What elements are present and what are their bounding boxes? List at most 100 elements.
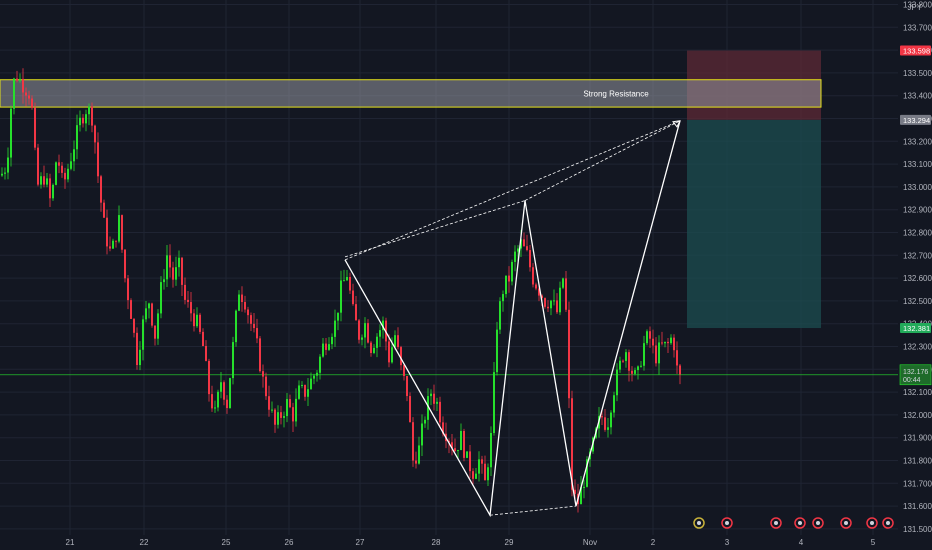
candle-body — [466, 451, 468, 458]
candle-body — [61, 165, 63, 173]
candle-body — [244, 301, 246, 310]
date-tick: Nov — [583, 538, 597, 547]
candle-body — [82, 117, 84, 124]
price-axis[interactable]: JPY 133.800133.700133.600133.500133.4001… — [898, 0, 932, 550]
price-tick: 132.900 — [903, 206, 932, 215]
stop-tag: 133.598 — [900, 45, 931, 56]
price-tick: 131.800 — [903, 457, 932, 466]
candle-body — [73, 149, 75, 162]
candle-body — [241, 294, 243, 302]
date-tick: 21 — [66, 538, 75, 547]
candle-body — [106, 217, 108, 247]
candle-body — [223, 382, 225, 400]
candle-body — [670, 337, 672, 344]
candle-body — [166, 255, 168, 280]
candle-body — [91, 106, 93, 126]
candle-body — [190, 302, 192, 314]
candle-body — [628, 352, 630, 371]
candle-body — [274, 409, 276, 425]
candle-body — [55, 162, 57, 185]
candle-body — [511, 261, 513, 282]
date-tick: 4 — [799, 538, 804, 547]
candle-body — [367, 323, 369, 343]
candle-body — [370, 342, 372, 353]
price-chart[interactable]: Strong Resistance JPY 133.800133.700133.… — [0, 0, 932, 550]
pattern-bd-dashed[interactable] — [524, 120, 681, 201]
candle-body — [103, 202, 105, 218]
candle-body — [502, 294, 504, 302]
candle-body — [280, 412, 282, 418]
candle-body — [535, 284, 537, 289]
candle-body — [352, 290, 354, 305]
candle-body — [646, 331, 648, 344]
candle-body — [331, 336, 333, 345]
candle-body — [136, 332, 138, 366]
time-axis[interactable]: 21 22 25 26 27 28 29 Nov 2 3 4 5 — [0, 535, 932, 550]
candle-body — [673, 337, 675, 351]
candle-body — [562, 278, 564, 288]
economic-event-dot — [844, 521, 848, 525]
resistance-zone[interactable]: Strong Resistance — [0, 79, 822, 108]
entry-price: 133.294 — [903, 116, 930, 125]
date-tick: 29 — [505, 538, 514, 547]
harmonic-pattern[interactable] — [344, 120, 681, 518]
pattern-xb-dashed[interactable] — [344, 200, 526, 258]
candle-body — [568, 309, 570, 399]
candle-body — [262, 371, 264, 377]
candle-body — [286, 399, 288, 417]
candle-body — [349, 277, 351, 291]
candle-body — [175, 267, 177, 280]
candle-body — [229, 378, 231, 409]
target-tag: 132.381 — [900, 323, 931, 334]
candle-body — [148, 303, 150, 309]
candle-body — [22, 78, 24, 93]
candle-body — [376, 336, 378, 348]
pattern-legs[interactable] — [344, 120, 681, 518]
candle-body — [625, 352, 627, 361]
price-tick: 131.900 — [903, 434, 932, 443]
event-markers[interactable] — [693, 517, 894, 529]
candle-body — [319, 356, 321, 373]
candle-body — [127, 278, 129, 301]
candle-body — [604, 417, 606, 430]
candle-body — [187, 299, 189, 303]
candle-body — [379, 330, 381, 337]
candle-body — [283, 416, 285, 418]
pattern-lower-dashed[interactable] — [489, 505, 577, 516]
candle-body — [121, 215, 123, 250]
candle-body — [388, 341, 390, 363]
price-tick: 133.700 — [903, 23, 932, 32]
candle-body — [301, 385, 303, 387]
candle-body — [265, 376, 267, 397]
price-tick: 133.500 — [903, 69, 932, 78]
candle-body — [25, 92, 27, 96]
current-tag: 132.176 00:44 — [899, 364, 932, 386]
resistance-rect[interactable] — [0, 79, 822, 108]
date-tick: 27 — [356, 538, 365, 547]
candle-body — [457, 450, 459, 452]
candle-body — [610, 412, 612, 428]
candle-body — [493, 372, 495, 433]
resistance-label: Strong Resistance — [583, 89, 649, 98]
candle-body — [460, 430, 462, 451]
take-profit-zone[interactable] — [687, 119, 821, 329]
candle-body — [664, 341, 666, 344]
stop-price: 133.598 — [903, 47, 930, 56]
candle-body — [373, 347, 375, 353]
candle-body — [430, 393, 432, 397]
price-tick: 133.200 — [903, 137, 932, 146]
price-tick: 133.800 — [903, 1, 932, 10]
candle-body — [79, 117, 81, 126]
candle-body — [160, 282, 162, 314]
target-price: 132.381 — [903, 324, 930, 333]
candle-body — [58, 162, 60, 166]
candle-body — [16, 78, 18, 81]
date-tick: 26 — [285, 538, 294, 547]
candle-body — [649, 331, 651, 339]
entry-tag: 133.294 — [900, 114, 931, 125]
candle-body — [130, 300, 132, 319]
date-tick: 22 — [140, 538, 149, 547]
candle-body — [145, 308, 147, 320]
candle-body — [46, 178, 48, 185]
candle-body — [97, 142, 99, 177]
